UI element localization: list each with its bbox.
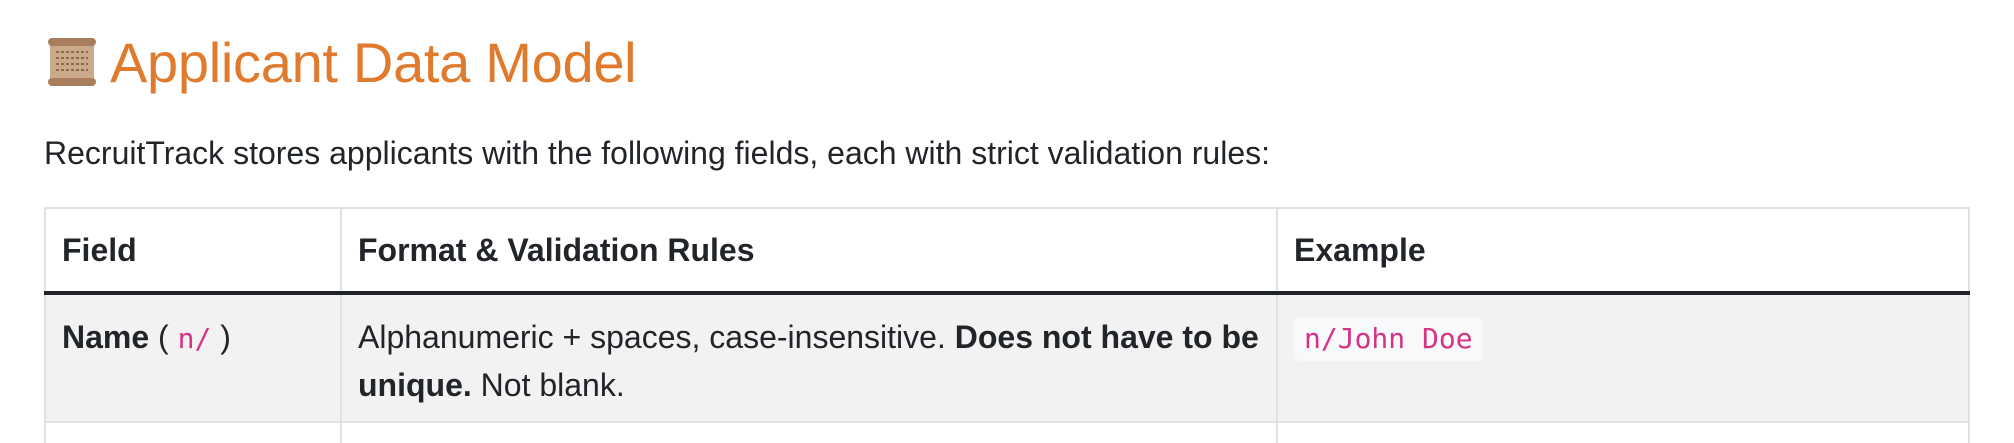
table-row: Name ( n/ ) Alphanumeric + spaces, case-… bbox=[44, 292, 1970, 423]
field-cell: Name ( n/ ) bbox=[44, 292, 342, 423]
page-title: Applicant Data Model bbox=[110, 30, 637, 94]
table-header-row: Field Format & Validation Rules Example bbox=[44, 207, 1970, 295]
partial-cell bbox=[1276, 421, 1970, 443]
page: Applicant Data Model RecruitTrack stores… bbox=[44, 0, 1970, 443]
section-heading: Applicant Data Model bbox=[44, 0, 1970, 124]
column-header-field: Field bbox=[44, 207, 342, 295]
field-prefix-code: n/ bbox=[177, 322, 212, 355]
rules-text: Alphanumeric + spaces, case-insensitive. bbox=[358, 319, 946, 355]
table-row-partial bbox=[44, 421, 1970, 443]
column-header-rules: Format & Validation Rules bbox=[340, 207, 1278, 295]
field-paren-close: ) bbox=[220, 319, 231, 355]
column-header-example: Example bbox=[1276, 207, 1970, 295]
applicant-fields-table: Field Format & Validation Rules Example … bbox=[44, 207, 1970, 443]
partial-cell bbox=[44, 421, 342, 443]
scroll-icon bbox=[44, 34, 100, 90]
example-code: n/John Doe bbox=[1294, 317, 1483, 361]
rules-text-post: Not blank. bbox=[480, 367, 625, 403]
partial-cell bbox=[340, 421, 1278, 443]
field-paren-open: ( bbox=[158, 319, 169, 355]
example-cell: n/John Doe bbox=[1276, 292, 1970, 423]
intro-text: RecruitTrack stores applicants with the … bbox=[44, 135, 1270, 171]
rules-cell: Alphanumeric + spaces, case-insensitive.… bbox=[340, 292, 1278, 423]
field-name: Name bbox=[62, 319, 150, 355]
